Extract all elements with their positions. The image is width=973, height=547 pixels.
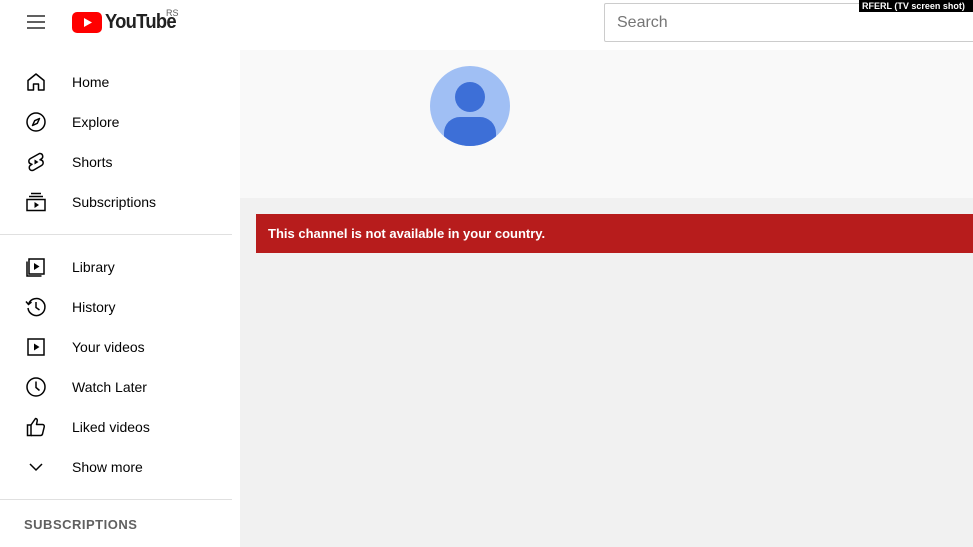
sidebar-item-label: Home (72, 74, 110, 90)
history-icon (24, 295, 48, 319)
youtube-play-logo-icon (72, 11, 102, 33)
sidebar-item-subscriptions[interactable]: Subscriptions (0, 182, 240, 222)
channel-avatar[interactable] (430, 66, 510, 146)
sidebar-item-liked-videos[interactable]: Liked videos (0, 407, 240, 447)
sidebar-item-label: Show more (72, 459, 143, 475)
sidebar-item-label: Watch Later (72, 379, 147, 395)
watch-later-icon (24, 375, 48, 399)
sidebar-item-label: Liked videos (72, 419, 150, 435)
sidebar-item-home[interactable]: Home (0, 62, 240, 102)
subscriptions-icon (24, 190, 48, 214)
avatar-head-shape (455, 82, 485, 112)
sidebar-item-label: Explore (72, 114, 120, 130)
chevron-down-icon (24, 455, 48, 479)
sidebar-item-label: Your videos (72, 339, 145, 355)
subscriptions-section-title: SUBSCRIPTIONS (24, 517, 138, 532)
sidebar-item-label: Subscriptions (72, 194, 157, 210)
country-code: RS (166, 8, 179, 18)
sidebar-library-section: Library History Your videos Watch Later … (0, 247, 240, 487)
avatar-body-shape (444, 117, 496, 146)
home-icon (24, 70, 48, 94)
sidebar-item-history[interactable]: History (0, 287, 240, 327)
sidebar-item-your-videos[interactable]: Your videos (0, 327, 240, 367)
hamburger-menu-icon[interactable] (24, 12, 48, 34)
liked-videos-icon (24, 415, 48, 439)
sidebar-item-label: Shorts (72, 154, 113, 170)
sidebar-item-watch-later[interactable]: Watch Later (0, 367, 240, 407)
sidebar-item-library[interactable]: Library (0, 247, 240, 287)
library-icon (24, 255, 48, 279)
sidebar-primary-section: Home Explore Shorts Subscriptions (0, 62, 240, 222)
channel-unavailable-alert: This channel is not available in your co… (256, 214, 973, 253)
sidebar-item-label: History (72, 299, 116, 315)
sidebar-divider (0, 234, 232, 235)
shorts-icon (24, 150, 48, 174)
sidebar-item-label: Library (72, 259, 115, 275)
your-videos-icon (24, 335, 48, 359)
sidebar-divider (0, 499, 232, 500)
sidebar-item-show-more[interactable]: Show more (0, 447, 240, 487)
sidebar-item-explore[interactable]: Explore (0, 102, 240, 142)
source-watermark: RFERL (TV screen shot) (859, 0, 973, 12)
masthead: YouTube RS RFERL (TV screen shot) (0, 0, 973, 50)
sidebar-item-shorts[interactable]: Shorts (0, 142, 240, 182)
channel-header (240, 50, 973, 198)
guide-sidebar: Home Explore Shorts Subscriptions Librar… (0, 50, 240, 547)
channel-page: This channel is not available in your co… (240, 50, 973, 547)
explore-compass-icon (24, 110, 48, 134)
